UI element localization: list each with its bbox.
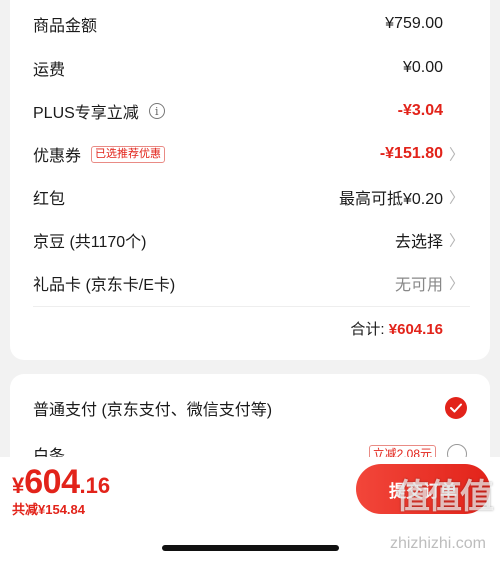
- coupon-recommended-tag: 已选推荐优惠: [91, 145, 166, 163]
- payment-option-normal[interactable]: 普通支付 (京东支付、微信支付等): [33, 396, 490, 420]
- row-label-text: 优惠券: [33, 148, 82, 165]
- summary-row-coupon[interactable]: 优惠券 已选推荐优惠 -¥151.80 〉: [33, 139, 490, 169]
- total-amount: ¥604.16: [388, 321, 443, 338]
- row-label: 运费: [33, 62, 66, 79]
- check-circle-icon[interactable]: [445, 397, 467, 419]
- summary-row-gift-card[interactable]: 礼品卡 (京东卡/E卡) 无可用 〉: [33, 268, 490, 298]
- row-value: 无可用: [394, 277, 443, 294]
- row-label: 红包: [33, 191, 66, 208]
- price-decimal: .16: [79, 473, 111, 498]
- order-summary-card: 商品金额 ¥759.00 运费 ¥0.00 PLUS专享立减 i -¥3.04 …: [10, 0, 490, 360]
- summary-row-plus-discount: PLUS专享立减 i -¥3.04: [33, 96, 490, 126]
- home-indicator[interactable]: [162, 545, 339, 551]
- final-price: ¥604.16: [12, 463, 110, 502]
- watermark-url: zhizhizhi.com: [389, 535, 486, 552]
- payment-option-label: 普通支付 (京东支付、微信支付等): [33, 402, 273, 419]
- chevron-right-icon: 〉: [448, 146, 464, 164]
- summary-row-red-packet[interactable]: 红包 最高可抵¥0.20 〉: [33, 182, 490, 212]
- divider: [33, 306, 470, 307]
- row-label: 优惠券 已选推荐优惠: [33, 142, 166, 166]
- chevron-right-icon: 〉: [448, 189, 464, 207]
- watermark-logo: 值值值: [396, 478, 494, 516]
- total-saved: 共减¥154.84: [12, 502, 85, 517]
- row-value: 最高可抵¥0.20: [338, 191, 443, 208]
- price-integer: 604: [24, 463, 80, 501]
- row-value: -¥3.04: [397, 102, 443, 119]
- summary-row-shipping: 运费 ¥0.00: [33, 53, 490, 83]
- bottom-checkout-bar: ¥604.16 共减¥154.84 提交订单 值值值 zhizhizhi.com: [0, 457, 500, 563]
- total-label: 合计:: [350, 321, 385, 338]
- order-total: 合计: ¥604.16: [350, 318, 443, 339]
- chevron-right-icon: 〉: [448, 275, 464, 293]
- row-value: 去选择: [394, 234, 443, 251]
- row-value: -¥151.80: [379, 145, 443, 162]
- row-label: PLUS专享立减 i: [33, 99, 165, 123]
- currency-symbol: ¥: [12, 473, 25, 498]
- row-label: 礼品卡 (京东卡/E卡): [33, 277, 176, 294]
- row-value: ¥759.00: [385, 15, 443, 32]
- info-icon[interactable]: i: [148, 103, 165, 119]
- row-label: 商品金额: [33, 18, 98, 35]
- summary-row-jingdou[interactable]: 京豆 (共1170个) 去选择 〉: [33, 225, 490, 255]
- row-label: 京豆 (共1170个): [33, 234, 147, 251]
- row-label-text: PLUS专享立减: [33, 105, 139, 122]
- row-value: ¥0.00: [402, 59, 443, 76]
- chevron-right-icon: 〉: [448, 232, 464, 250]
- summary-row-goods-amount: 商品金额 ¥759.00: [33, 9, 490, 39]
